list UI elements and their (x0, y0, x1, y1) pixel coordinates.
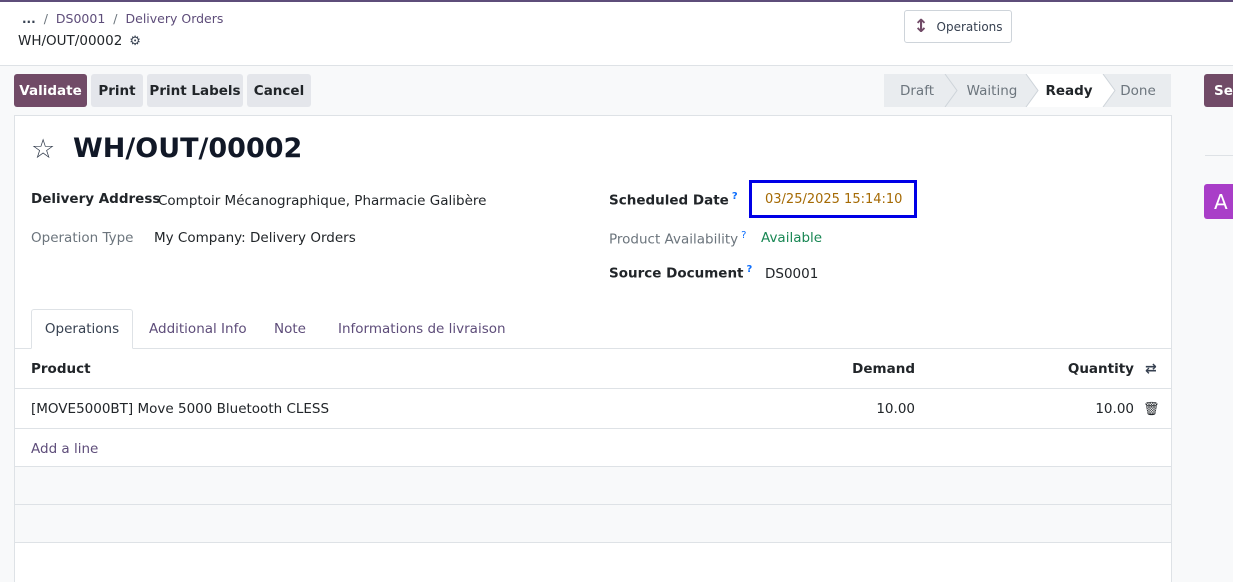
operation-type-field[interactable]: My Company: Delivery Orders (154, 230, 356, 246)
column-options-icon[interactable]: ⇄ (1145, 349, 1157, 389)
breadcrumb-separator: / (43, 11, 48, 26)
operation-type-label: Operation Type (31, 230, 134, 246)
operations-smart-button[interactable]: ↕ Operations (904, 10, 1012, 43)
row-product[interactable]: [MOVE5000BT] Move 5000 Bluetooth CLESS (31, 389, 329, 429)
operations-button-label: Operations (936, 19, 1003, 34)
trash-icon[interactable]: 🗑 (1143, 389, 1160, 429)
row-demand[interactable]: 10.00 (815, 389, 915, 429)
help-icon[interactable]: ? (741, 230, 746, 241)
tab-informations-de-livraison[interactable]: Informations de livraison (338, 309, 506, 349)
form-sheet: ☆ WH/OUT/00002 Delivery Address Comptoir… (14, 115, 1172, 582)
breadcrumb-delivery-orders[interactable]: Delivery Orders (126, 11, 224, 26)
status-ready[interactable]: Ready (1034, 74, 1104, 107)
star-icon[interactable]: ☆ (31, 136, 55, 163)
updown-arrow-icon: ↕ (913, 15, 929, 37)
breadcrumb-separator: / (113, 11, 118, 26)
cancel-button[interactable]: Cancel (247, 74, 311, 107)
record-title-row: WH/OUT/00002 ⚙ (18, 33, 141, 49)
column-header-product[interactable]: Product (31, 349, 91, 389)
add-line-row: Add a line (15, 429, 1171, 467)
row-quantity[interactable]: 10.00 (1015, 389, 1134, 429)
table-row[interactable]: [MOVE5000BT] Move 5000 Bluetooth CLESS 1… (15, 389, 1171, 429)
add-line-link[interactable]: Add a line (31, 429, 98, 469)
page-title: WH/OUT/00002 (73, 133, 303, 164)
empty-row (15, 467, 1171, 505)
validate-button[interactable]: Validate (14, 74, 87, 107)
source-document-field[interactable]: DS0001 (765, 266, 818, 282)
status-draft[interactable]: Draft (884, 74, 950, 107)
status-done[interactable]: Done (1110, 74, 1166, 107)
scheduled-date-label-text: Scheduled Date (609, 192, 729, 209)
help-icon[interactable]: ? (747, 264, 753, 275)
statusbar: Draft Waiting Ready Done (884, 74, 1171, 107)
delivery-address-field[interactable]: Comptoir Mécanographique, Pharmacie Gali… (158, 193, 486, 209)
chatter-divider (1205, 155, 1233, 156)
source-document-label: Source Document? (609, 264, 752, 282)
product-availability-label: Product Availability? (609, 230, 746, 248)
delivery-address-label: Delivery Address (31, 191, 161, 207)
source-document-label-text: Source Document (609, 265, 744, 282)
print-labels-button[interactable]: Print Labels (147, 74, 243, 107)
control-panel: ... / DS0001 / Delivery Orders WH/OUT/00… (0, 2, 1233, 66)
scheduled-date-label: Scheduled Date? (609, 191, 738, 209)
product-availability-label-text: Product Availability (609, 231, 739, 248)
empty-row (15, 505, 1171, 543)
product-availability-value: Available (761, 230, 823, 246)
column-header-demand[interactable]: Demand (815, 349, 915, 389)
table-header: Product Demand Quantity ⇄ (15, 349, 1171, 389)
column-header-quantity[interactable]: Quantity (1015, 349, 1134, 389)
scheduled-date-value: 03/25/2025 15:14:10 (765, 191, 903, 207)
record-name: WH/OUT/00002 (18, 33, 123, 49)
breadcrumb-ds0001[interactable]: DS0001 (56, 11, 105, 26)
gear-icon[interactable]: ⚙ (129, 34, 141, 49)
breadcrumb-ellipsis[interactable]: ... (22, 12, 36, 26)
tab-operations[interactable]: Operations (31, 309, 133, 349)
scheduled-date-field[interactable]: 03/25/2025 15:14:10 (749, 180, 917, 218)
status-waiting[interactable]: Waiting (952, 74, 1032, 107)
print-button[interactable]: Print (91, 74, 143, 107)
notebook-tabs: Operations Additional Info Note Informat… (15, 309, 1171, 349)
send-message-button[interactable]: Sen (1204, 74, 1233, 107)
tab-note[interactable]: Note (274, 309, 306, 349)
tab-additional-info[interactable]: Additional Info (149, 309, 247, 349)
avatar[interactable]: A (1204, 184, 1233, 219)
breadcrumb: ... / DS0001 / Delivery Orders (22, 11, 223, 26)
help-icon[interactable]: ? (732, 191, 738, 202)
